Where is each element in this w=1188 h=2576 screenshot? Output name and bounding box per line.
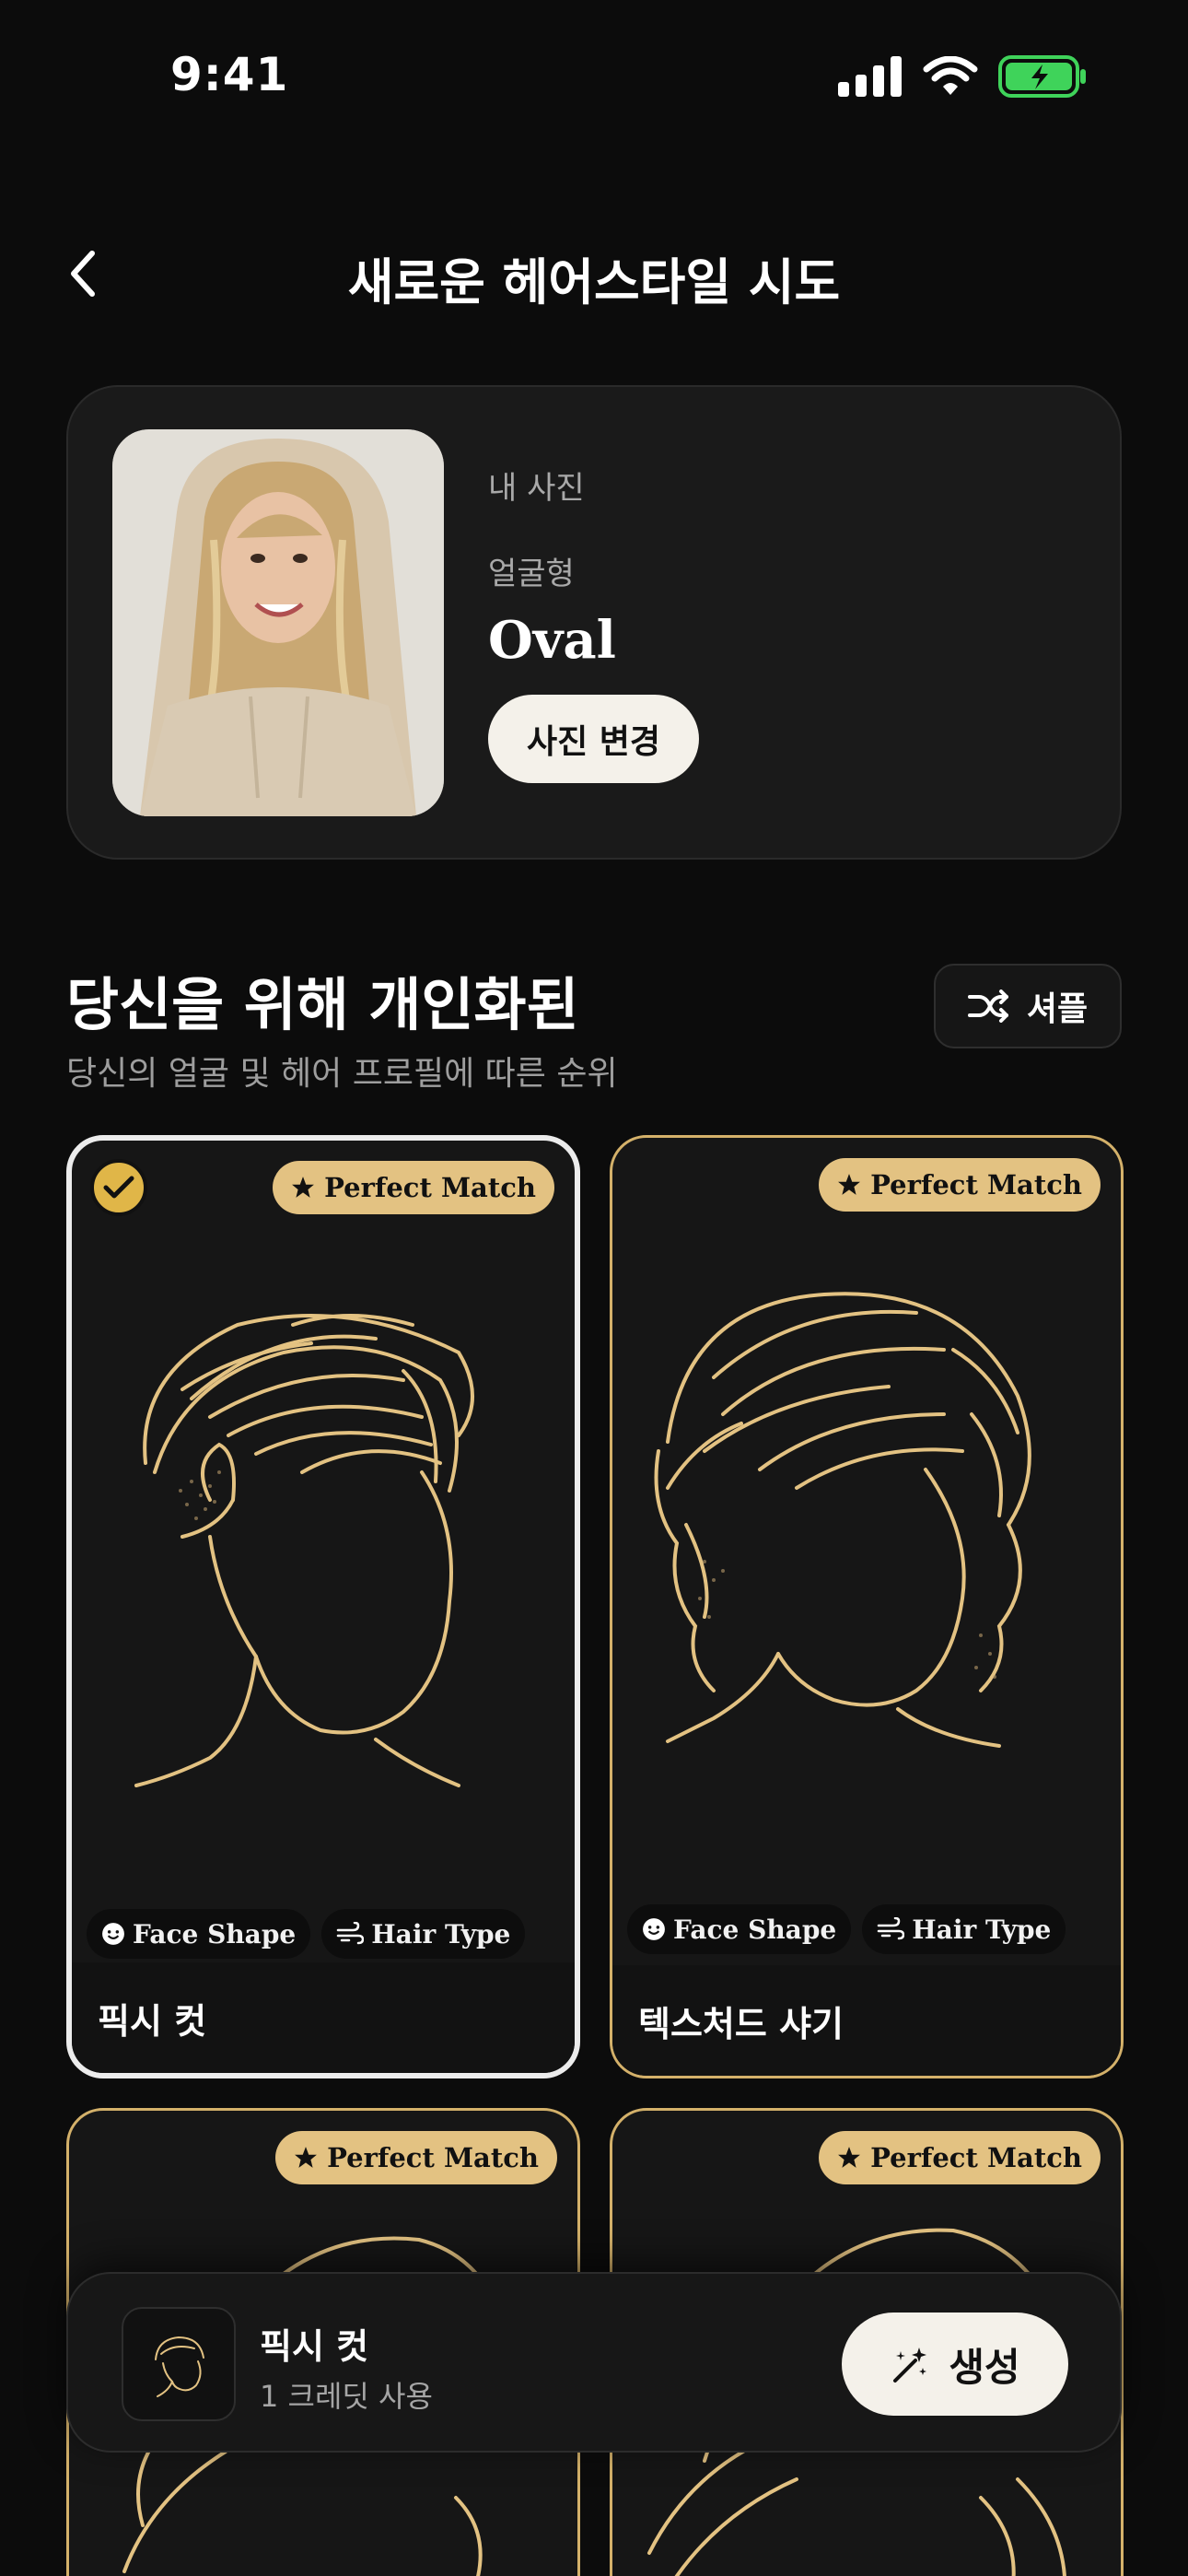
shuffle-button[interactable]: 셔플 xyxy=(934,964,1122,1048)
style-card-name: 픽시 컷 xyxy=(72,1962,575,2073)
profile-card: 내 사진 얼굴형 Oval 사진 변경 xyxy=(66,385,1122,860)
perfect-match-badge: Perfect Match xyxy=(275,2131,557,2184)
perfect-match-label: Perfect Match xyxy=(327,2142,539,2173)
generate-button[interactable]: 생성 xyxy=(842,2313,1068,2416)
perfect-match-label: Perfect Match xyxy=(324,1172,536,1203)
bottom-action-bar: 픽시 컷 1 크레딧 사용 생성 xyxy=(66,2272,1122,2453)
face-icon xyxy=(102,1923,124,1945)
credit-cost: 1 크레딧 사용 xyxy=(260,2379,433,2414)
star-icon xyxy=(295,2147,318,2168)
perfect-match-label: Perfect Match xyxy=(870,2142,1082,2173)
hair-type-tag-label: Hair Type xyxy=(371,1918,511,1950)
profile-info: 내 사진 얼굴형 Oval 사진 변경 xyxy=(488,463,700,783)
tag-row: Face Shape Hair Type xyxy=(627,1904,1066,1954)
page-title: 새로운 헤어스타일 시도 xyxy=(347,253,841,311)
generate-label: 생성 xyxy=(949,2344,1020,2390)
wind-icon xyxy=(336,1922,365,1945)
wind-icon xyxy=(877,1917,905,1940)
profile-photo xyxy=(112,429,444,816)
face-shape-tag: Face Shape xyxy=(87,1909,311,1959)
perfect-match-badge: Perfect Match xyxy=(819,2131,1101,2184)
perfect-match-label: Perfect Match xyxy=(870,1169,1082,1200)
section-title: 당신을 위해 개인화된 xyxy=(66,971,579,1038)
hair-type-tag-label: Hair Type xyxy=(912,1914,1052,1945)
style-card-name: 텍스처드 샤기 xyxy=(612,1965,1121,2076)
face-shape-label: 얼굴형 xyxy=(488,556,575,592)
selected-check-badge xyxy=(90,1159,147,1216)
style-card-textured-shag[interactable]: Perfect Match Face Shape Hair Type 텍스처드 … xyxy=(610,1135,1124,2078)
magic-wand-icon xyxy=(893,2348,927,2383)
status-time: 9:41 xyxy=(170,48,289,101)
shuffle-label: 셔플 xyxy=(1026,990,1089,1028)
signal-icon xyxy=(838,56,902,97)
shuffle-icon xyxy=(967,989,1008,1023)
hair-type-tag: Hair Type xyxy=(321,1909,526,1959)
status-icons xyxy=(838,55,1087,98)
selected-style-thumbnail xyxy=(122,2307,236,2421)
star-icon xyxy=(838,1174,861,1195)
tag-row: Face Shape Hair Type xyxy=(87,1909,526,1959)
battery-icon xyxy=(998,55,1086,98)
hair-type-tag: Hair Type xyxy=(862,1904,1066,1954)
face-shape-tag-label: Face Shape xyxy=(673,1914,837,1945)
check-icon xyxy=(103,1176,134,1199)
selected-style-name: 픽시 컷 xyxy=(260,2326,369,2367)
profile-label: 내 사진 xyxy=(488,470,585,507)
face-shape-tag: Face Shape xyxy=(627,1904,852,1954)
perfect-match-badge: Perfect Match xyxy=(819,1158,1101,1212)
perfect-match-badge: Perfect Match xyxy=(273,1161,554,1214)
face-shape-tag-label: Face Shape xyxy=(133,1918,297,1950)
pixie-cut-illustration xyxy=(134,1314,474,1787)
section-subtitle: 당신의 얼굴 및 헤어 프로필에 따른 순위 xyxy=(66,1055,618,1093)
face-shape-value: Oval xyxy=(488,610,616,671)
style-card-pixie[interactable]: Perfect Match Face Shape Hair Type 픽시 컷 xyxy=(66,1135,580,2078)
face-icon xyxy=(643,1918,665,1940)
star-icon xyxy=(838,2147,861,2168)
star-icon xyxy=(292,1177,315,1198)
textured-shag-illustration xyxy=(654,1292,1031,1748)
change-photo-button[interactable]: 사진 변경 xyxy=(488,695,700,783)
status-bar: 9:41 xyxy=(0,0,1188,157)
wifi-icon xyxy=(923,56,978,95)
